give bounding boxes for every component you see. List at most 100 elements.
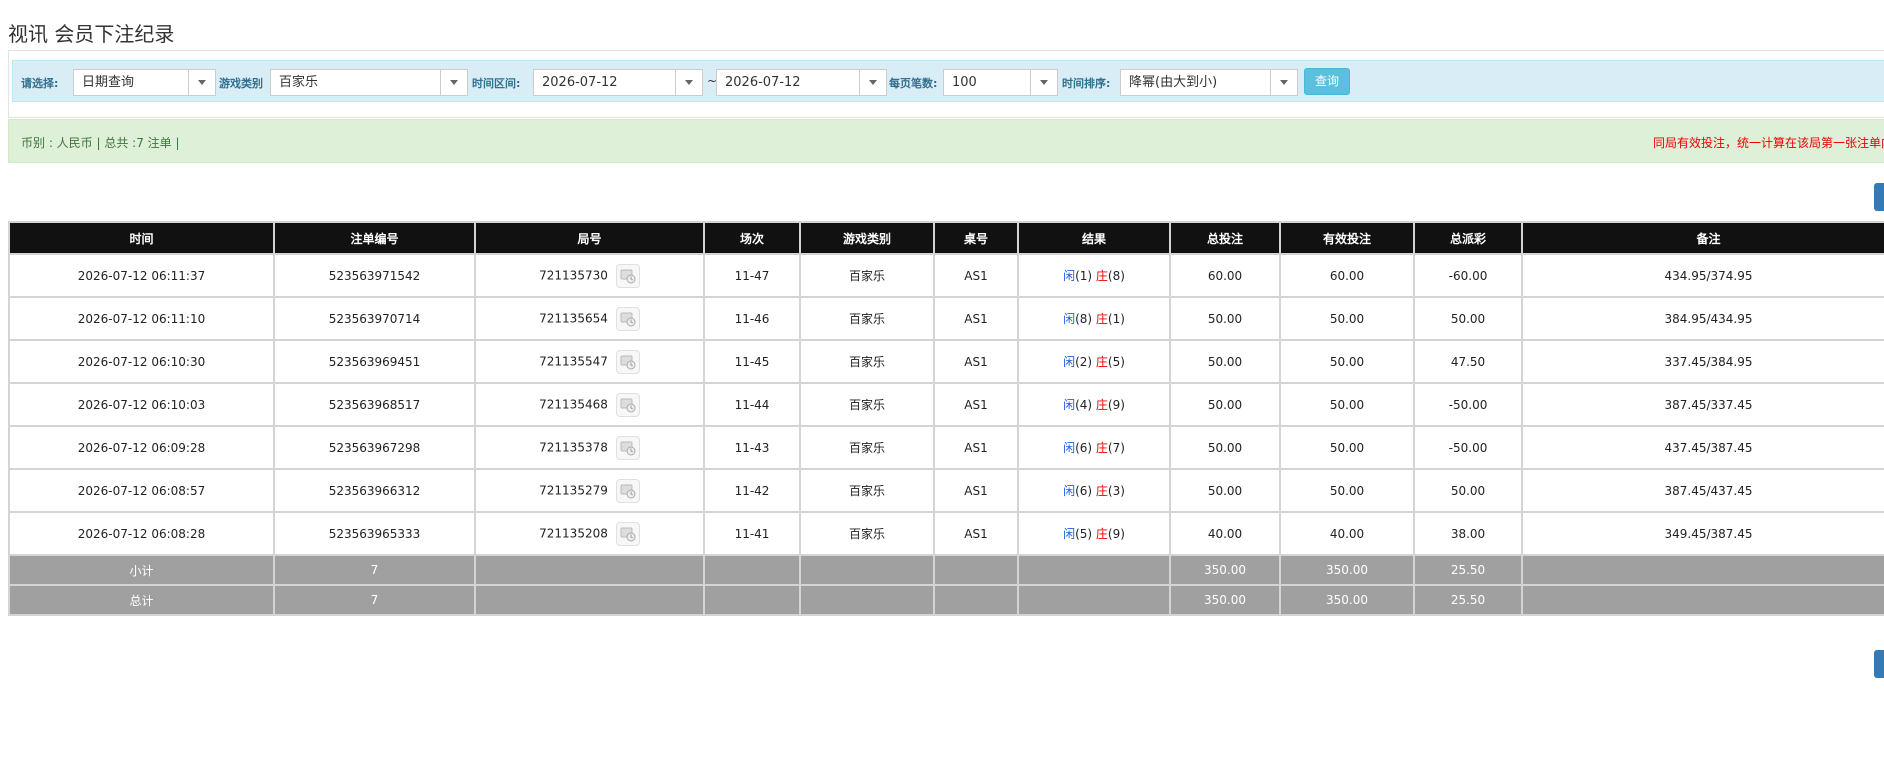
time-cell: 2026-07-12 06:10:03 bbox=[8, 382, 275, 427]
result-cell: 闲(8) 庄(1) bbox=[1017, 296, 1171, 341]
game-type-cell: 百家乐 bbox=[799, 511, 935, 556]
column-header: 场次 bbox=[703, 221, 801, 255]
round-replay-icon[interactable] bbox=[615, 349, 640, 374]
time-cell: 2026-07-12 06:08:57 bbox=[8, 468, 275, 513]
table-number-cell: AS1 bbox=[933, 339, 1019, 384]
subtotal-payout: 25.50 bbox=[1413, 554, 1523, 586]
result-cell: 闲(6) 庄(7) bbox=[1017, 425, 1171, 470]
column-header: 总派彩 bbox=[1413, 221, 1523, 255]
grand-total-count: 7 bbox=[273, 584, 476, 616]
player-score: (8) bbox=[1075, 312, 1093, 326]
player-score: (2) bbox=[1075, 355, 1093, 369]
session-cell: 11-47 bbox=[703, 253, 801, 298]
round-replay-icon[interactable] bbox=[615, 521, 640, 546]
note-cell: 434.95/374.95 bbox=[1521, 253, 1884, 298]
bet-id-cell: 523563971542 bbox=[273, 253, 476, 298]
round-replay-icon[interactable] bbox=[615, 263, 640, 288]
banker-score: (8) bbox=[1107, 269, 1125, 283]
note-cell: 349.45/387.45 bbox=[1521, 511, 1884, 556]
per-page-label: 每页笔数: bbox=[889, 77, 938, 90]
table-number-cell: AS1 bbox=[933, 425, 1019, 470]
game-type-cell: 百家乐 bbox=[799, 468, 935, 513]
valid-bet-cell: 50.00 bbox=[1279, 425, 1415, 470]
time-cell: 2026-07-12 06:10:30 bbox=[8, 339, 275, 384]
table-row: 2026-07-12 06:11:37 523563971542 721135730… bbox=[8, 253, 1884, 298]
round-number: 721135654 bbox=[539, 311, 608, 325]
game-type-cell: 百家乐 bbox=[799, 296, 935, 341]
result-cell: 闲(2) 庄(5) bbox=[1017, 339, 1171, 384]
round-number: 721135468 bbox=[539, 397, 608, 411]
session-cell: 11-43 bbox=[703, 425, 801, 470]
round-replay-icon[interactable] bbox=[615, 392, 640, 417]
table-row: 2026-07-12 06:10:30 523563969451 721135547… bbox=[8, 339, 1884, 384]
note-cell: 384.95/434.95 bbox=[1521, 296, 1884, 341]
sort-select[interactable]: 降幂(由大到小) bbox=[1120, 69, 1298, 96]
valid-bet-cell: 50.00 bbox=[1279, 296, 1415, 341]
round-cell: 721135378 bbox=[474, 425, 705, 470]
page-title: 视讯 会员下注纪录 bbox=[8, 22, 175, 46]
chevron-down-icon[interactable] bbox=[1270, 70, 1297, 95]
game-type-cell: 百家乐 bbox=[799, 425, 935, 470]
note-cell: 387.45/337.45 bbox=[1521, 382, 1884, 427]
query-type-select[interactable]: 日期查询 bbox=[73, 69, 216, 96]
column-header: 局号 bbox=[474, 221, 705, 255]
date-to-select[interactable]: 2026-07-12 bbox=[716, 69, 887, 96]
column-header: 结果 bbox=[1017, 221, 1171, 255]
payout-cell: 50.00 bbox=[1413, 468, 1523, 513]
player-label: 闲 bbox=[1063, 484, 1076, 498]
total-bet-cell: 60.00 bbox=[1169, 253, 1281, 298]
table-number-cell: AS1 bbox=[933, 253, 1019, 298]
banker-label: 庄 bbox=[1095, 355, 1108, 369]
column-header: 有效投注 bbox=[1279, 221, 1415, 255]
player-label: 闲 bbox=[1063, 441, 1076, 455]
banker-score: (3) bbox=[1107, 484, 1125, 498]
chevron-down-icon[interactable] bbox=[675, 70, 702, 95]
banker-label: 庄 bbox=[1095, 312, 1108, 326]
date-from-select[interactable]: 2026-07-12 bbox=[533, 69, 703, 96]
valid-bet-cell: 50.00 bbox=[1279, 382, 1415, 427]
chevron-down-icon[interactable] bbox=[188, 70, 215, 95]
valid-bet-cell: 60.00 bbox=[1279, 253, 1415, 298]
column-header: 时间 bbox=[8, 221, 275, 255]
query-button[interactable]: 查询 bbox=[1304, 68, 1350, 95]
chevron-down-icon[interactable] bbox=[440, 70, 467, 95]
result-cell: 闲(4) 庄(9) bbox=[1017, 382, 1171, 427]
per-page-select[interactable]: 100 bbox=[943, 69, 1058, 96]
top-action-button[interactable] bbox=[1874, 183, 1884, 211]
game-type-select[interactable]: 百家乐 bbox=[270, 69, 468, 96]
banker-label: 庄 bbox=[1095, 527, 1108, 541]
total-bet-cell: 50.00 bbox=[1169, 339, 1281, 384]
date-to-value: 2026-07-12 bbox=[725, 75, 801, 90]
bet-id-cell: 523563965333 bbox=[273, 511, 476, 556]
round-replay-icon[interactable] bbox=[615, 435, 640, 460]
chevron-down-icon[interactable] bbox=[1030, 70, 1057, 95]
round-replay-icon[interactable] bbox=[615, 306, 640, 331]
table-row: 2026-07-12 06:11:10 523563970714 721135654… bbox=[8, 296, 1884, 341]
subtotal-count: 7 bbox=[273, 554, 476, 586]
subtotal-label: 小计 bbox=[8, 554, 275, 586]
column-header: 桌号 bbox=[933, 221, 1019, 255]
session-cell: 11-45 bbox=[703, 339, 801, 384]
banker-label: 庄 bbox=[1095, 484, 1108, 498]
chevron-down-icon[interactable] bbox=[859, 70, 886, 95]
round-number: 721135208 bbox=[539, 526, 608, 540]
subtotal-total-bet: 350.00 bbox=[1169, 554, 1281, 586]
subtotal-valid-bet: 350.00 bbox=[1279, 554, 1415, 586]
round-cell: 721135654 bbox=[474, 296, 705, 341]
payout-cell: -60.00 bbox=[1413, 253, 1523, 298]
valid-bet-cell: 50.00 bbox=[1279, 468, 1415, 513]
player-label: 闲 bbox=[1063, 355, 1076, 369]
payout-cell: -50.00 bbox=[1413, 425, 1523, 470]
valid-bet-cell: 50.00 bbox=[1279, 339, 1415, 384]
player-score: (6) bbox=[1075, 441, 1093, 455]
banker-score: (7) bbox=[1107, 441, 1125, 455]
table-number-cell: AS1 bbox=[933, 382, 1019, 427]
player-label: 闲 bbox=[1063, 269, 1076, 283]
sort-label: 时间排序: bbox=[1062, 77, 1111, 90]
round-replay-icon[interactable] bbox=[615, 478, 640, 503]
time-cell: 2026-07-12 06:09:28 bbox=[8, 425, 275, 470]
currency-summary: 币别 : 人民币 | 总共 :7 注单 | bbox=[21, 136, 180, 150]
round-number: 721135279 bbox=[539, 483, 608, 497]
grand-total-row: 总计 7 350.00 350.00 25.50 bbox=[8, 584, 1884, 616]
bottom-action-button[interactable] bbox=[1874, 650, 1884, 678]
